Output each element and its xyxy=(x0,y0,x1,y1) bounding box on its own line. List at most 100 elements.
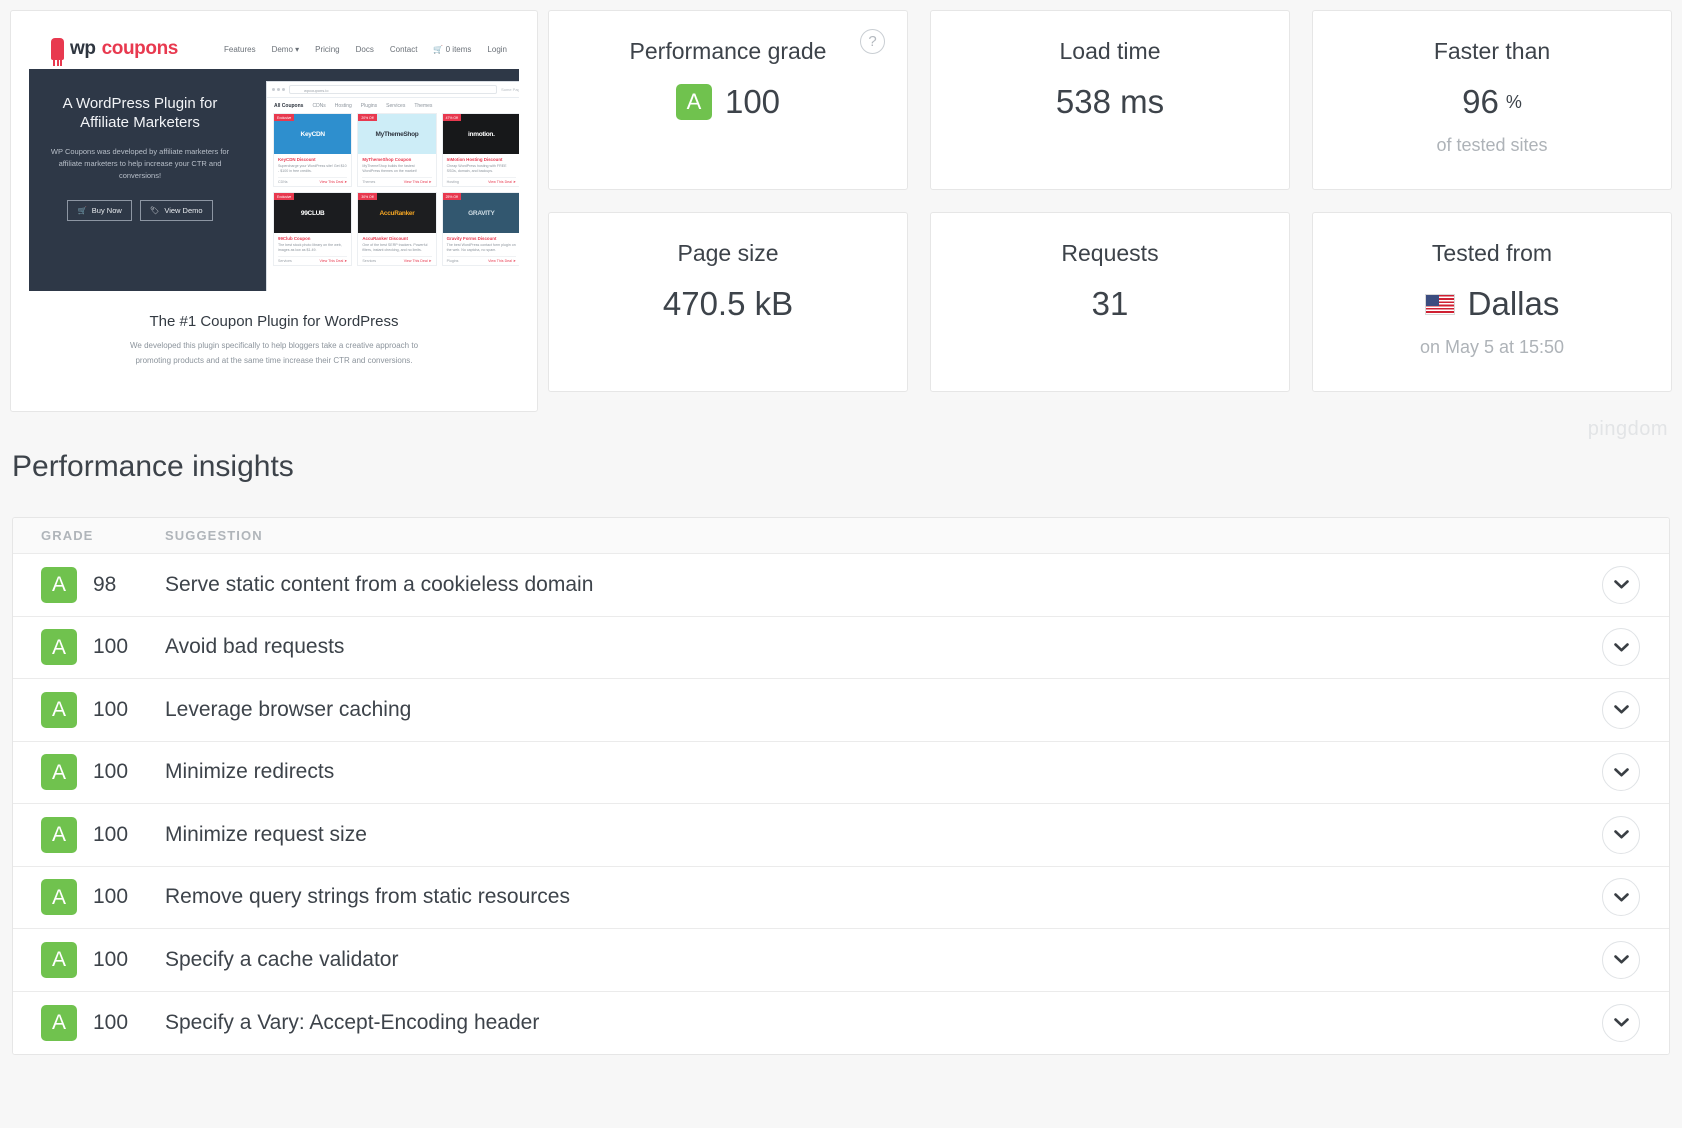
mock-coupon-desc: One of the best SERP trackers. Powerful … xyxy=(362,243,431,254)
performance-grade-card: Performance grade ? A 100 xyxy=(548,10,908,190)
cell-grade: A100 xyxy=(13,754,165,790)
grade-score: 100 xyxy=(93,885,128,909)
tested-from-value: Dallas xyxy=(1313,285,1671,323)
mock-coupon-logo: KeyCDN xyxy=(274,114,351,154)
mock-coupon-body: AccuRanker DiscountOne of the best SERP … xyxy=(358,233,435,265)
mock-coupon-desc: Cheap WordPress hosting with FREE SSDs, … xyxy=(447,164,516,175)
table-row[interactable]: A100Specify a Vary: Accept-Encoding head… xyxy=(13,992,1669,1055)
faster-than-label: Faster than xyxy=(1313,38,1671,65)
cell-suggestion: Minimize redirects xyxy=(165,760,1573,784)
cell-suggestion: Serve static content from a cookieless d… xyxy=(165,573,1573,597)
mock-hero-copy: A WordPress Plugin for Affiliate Markete… xyxy=(29,69,247,291)
faster-than-note: of tested sites xyxy=(1313,135,1671,156)
mock-coupon-title: InMotion Hosting Discount xyxy=(447,157,516,162)
column-header-grade: GRADE xyxy=(13,528,165,543)
mock-coupon-link: View This Deal ➤ xyxy=(404,180,432,184)
mock-coupon-card: 30% OffAccuRankerAccuRanker DiscountOne … xyxy=(357,192,436,266)
cart-icon: 🛒 xyxy=(433,45,443,54)
chevron-down-icon xyxy=(1614,893,1629,902)
mock-coupon-body: Gravity Forms Discount The best WordPress… xyxy=(443,233,519,265)
mock-coupon-footer: ThemesView This Deal ➤ xyxy=(362,177,431,184)
mock-coupon-body: 99Club Coupon The best stock photo librar… xyxy=(274,233,351,265)
load-time-card: Load time 538 ms xyxy=(930,10,1290,190)
cell-toggle xyxy=(1573,753,1669,791)
expand-row-button[interactable] xyxy=(1602,628,1640,666)
cell-suggestion: Leverage browser caching xyxy=(165,698,1573,722)
expand-row-button[interactable] xyxy=(1602,753,1640,791)
expand-row-button[interactable] xyxy=(1602,816,1640,854)
table-row[interactable]: A100Remove query strings from static res… xyxy=(13,867,1669,930)
column-header-suggestion: SUGGESTION xyxy=(165,528,1573,543)
mock-coupon-desc: The best stock photo library on the web,… xyxy=(278,243,347,254)
nav-link-docs: Docs xyxy=(356,45,374,54)
mock-address-bar: wpcoupons.io xyxy=(289,85,497,94)
mock-coupon-grid: ExclusiveKeyCDNKeyCDN DiscountSupercharg… xyxy=(267,113,519,266)
summary-region: wp coupons Features Demo ▾ Pricing Docs … xyxy=(0,0,1682,412)
requests-label: Requests xyxy=(931,240,1289,267)
mock-coupon-desc: Supercharge your WordPress site! Get $10… xyxy=(278,164,347,175)
mock-coupon-title: KeyCDN Discount xyxy=(278,157,347,162)
mock-coupon-footer: ServicesView This Deal ➤ xyxy=(362,256,431,263)
mock-tab-plugins: Plugins xyxy=(361,103,377,109)
table-row[interactable]: A100Leverage browser caching xyxy=(13,679,1669,742)
mock-browser-window: wpcoupons.io Some Page All Coupons CDNs … xyxy=(266,81,519,291)
cell-toggle xyxy=(1573,628,1669,666)
tested-from-city: Dallas xyxy=(1468,285,1560,323)
page-size-label: Page size xyxy=(549,240,907,267)
cell-toggle xyxy=(1573,691,1669,729)
mock-caption-title: The #1 Coupon Plugin for WordPress xyxy=(29,313,519,330)
chevron-down-icon xyxy=(1614,830,1629,839)
grade-badge: A xyxy=(41,567,77,603)
mock-browser-toolbar: wpcoupons.io Some Page xyxy=(267,82,519,98)
expand-row-button[interactable] xyxy=(1602,1004,1640,1042)
expand-row-button[interactable] xyxy=(1602,941,1640,979)
cell-grade: A100 xyxy=(13,817,165,853)
mock-coupon-logo: GRAVITY xyxy=(443,193,519,233)
mock-hero: A WordPress Plugin for Affiliate Markete… xyxy=(29,69,519,291)
table-row[interactable]: A100Minimize redirects xyxy=(13,742,1669,805)
requests-card: Requests 31 xyxy=(930,212,1290,392)
mock-coupon-card: 25% OffGRAVITYGravity Forms DiscountThe … xyxy=(442,192,519,266)
mock-coupon-logo: 99CLUB xyxy=(274,193,351,233)
mock-coupon-title: 99Club Coupon xyxy=(278,236,347,241)
view-demo-label: View Demo xyxy=(164,206,202,215)
mock-tab-all-coupons: All Coupons xyxy=(274,103,303,109)
tag-icon: 🏷 xyxy=(150,206,160,215)
nav-link-demo: Demo ▾ xyxy=(272,45,300,54)
grade-score: 100 xyxy=(93,635,128,659)
buy-now-label: Buy Now xyxy=(92,206,122,215)
faster-than-unit: % xyxy=(1506,92,1522,113)
mock-coupon-logo: AccuRanker xyxy=(358,193,435,233)
mock-coupon-desc: MyThemeShop builds the fastest WordPress… xyxy=(362,164,431,175)
mock-coupon-title: Gravity Forms Discount xyxy=(447,236,516,241)
question-mark-icon[interactable]: ? xyxy=(860,29,885,54)
chevron-down-icon xyxy=(1614,955,1629,964)
table-row[interactable]: A100Specify a cache validator xyxy=(13,929,1669,992)
load-time-value: 538 ms xyxy=(931,83,1289,121)
expand-row-button[interactable] xyxy=(1602,566,1640,604)
mock-coupon-footer: PluginsView This Deal ➤ xyxy=(447,256,516,263)
grade-badge: A xyxy=(41,817,77,853)
mock-tab-services: Services xyxy=(386,103,405,109)
mock-coupon-footer: ServicesView This Deal ➤ xyxy=(278,256,347,263)
mock-coupon-desc: The best WordPress contact form plugin o… xyxy=(447,243,516,254)
mock-coupon-logo: MyThemeShop xyxy=(358,114,435,154)
mock-hero-subtitle: WP Coupons was developed by affiliate ma… xyxy=(43,146,237,183)
faster-than-value: 96 % xyxy=(1313,83,1671,121)
site-screenshot-card: wp coupons Features Demo ▾ Pricing Docs … xyxy=(10,10,538,412)
nav-link-contact: Contact xyxy=(390,45,418,54)
expand-row-button[interactable] xyxy=(1602,691,1640,729)
brand-text-wp: wp xyxy=(70,38,96,60)
cell-suggestion: Avoid bad requests xyxy=(165,635,1573,659)
mock-site-caption: The #1 Coupon Plugin for WordPress We de… xyxy=(29,291,519,369)
grade-badge: A xyxy=(676,84,712,120)
expand-row-button[interactable] xyxy=(1602,878,1640,916)
pingdom-watermark: pingdom xyxy=(0,412,1682,446)
table-row[interactable]: A100Minimize request size xyxy=(13,804,1669,867)
table-row[interactable]: A98Serve static content from a cookieles… xyxy=(13,554,1669,617)
performance-grade-label: Performance grade xyxy=(549,38,907,65)
table-row[interactable]: A100Avoid bad requests xyxy=(13,617,1669,680)
mock-coupon-link: View This Deal ➤ xyxy=(488,259,516,263)
mock-coupon-footer: CDNsView This Deal ➤ xyxy=(278,177,347,184)
cell-grade: A100 xyxy=(13,629,165,665)
